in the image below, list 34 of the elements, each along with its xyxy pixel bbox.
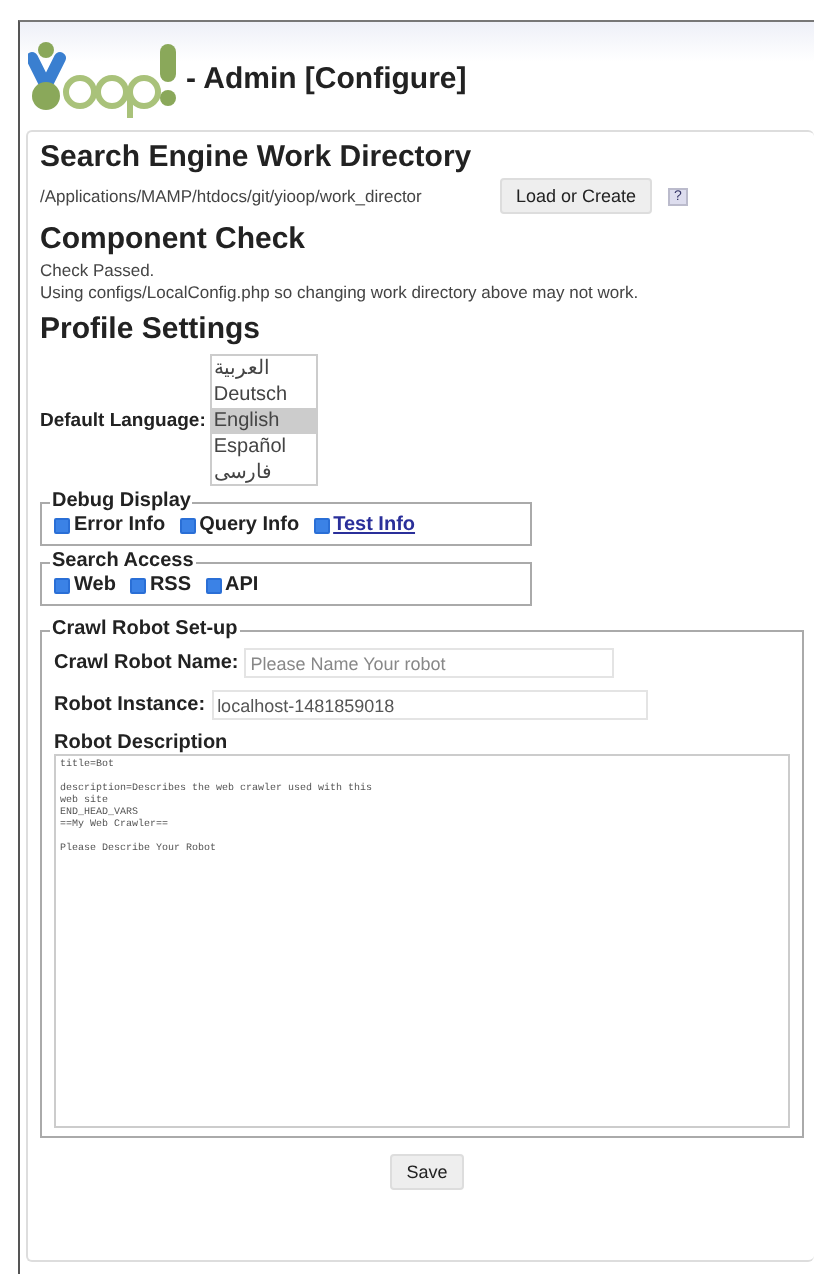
checkbox-label: API (225, 574, 259, 596)
section-heading: Component Check (40, 222, 308, 256)
save-button[interactable]: Save (390, 1154, 464, 1190)
checkbox-label: Error Info (74, 514, 166, 536)
fieldset-legend: Debug Display (50, 490, 193, 512)
status-message: Check Passed. Using configs/LocalConfig.php so changing work directory above may not work. (40, 260, 641, 304)
section-heading: Profile Settings (40, 312, 263, 346)
fieldset-legend: Crawl Robot Set-up (50, 618, 240, 640)
language-option[interactable]: فارسی (211, 460, 316, 484)
load-or-create-button[interactable]: Load or Create (500, 178, 653, 214)
work-directory-field[interactable]: /Applications/MAMP/htdocs/git/yioop/work_director (40, 182, 496, 210)
field-label: Robot Instance: (54, 694, 206, 716)
language-option[interactable]: Español (211, 434, 316, 460)
language-option[interactable]: English (211, 408, 316, 434)
robot-instance-field[interactable]: localhost-1481859018 (211, 690, 648, 720)
checkbox[interactable] (54, 577, 70, 593)
checkbox-label: Web (74, 574, 116, 596)
field-label: Crawl Robot Name: (54, 652, 239, 674)
checkbox-label: Query Info (199, 514, 300, 536)
language-option[interactable]: العربية (211, 356, 316, 382)
checkbox[interactable] (129, 577, 146, 593)
field-label: Robot Description (54, 732, 230, 754)
language-option[interactable]: Deutsch (211, 382, 316, 408)
checkbox[interactable] (313, 517, 330, 533)
checkbox[interactable] (179, 517, 196, 533)
checkbox[interactable] (205, 577, 221, 593)
fieldset-legend: Search Access (50, 550, 196, 572)
test-info-link[interactable]: Test Info (333, 514, 416, 536)
field-label: Default Language: (40, 409, 206, 431)
checkbox[interactable] (54, 517, 70, 533)
robot-name-field[interactable]: Please Name Your robot (244, 648, 615, 678)
checkbox-label: RSS (149, 574, 191, 596)
page-title: - Admin [Configure] (186, 61, 467, 95)
section-heading: Search Engine Work Directory (40, 140, 474, 174)
